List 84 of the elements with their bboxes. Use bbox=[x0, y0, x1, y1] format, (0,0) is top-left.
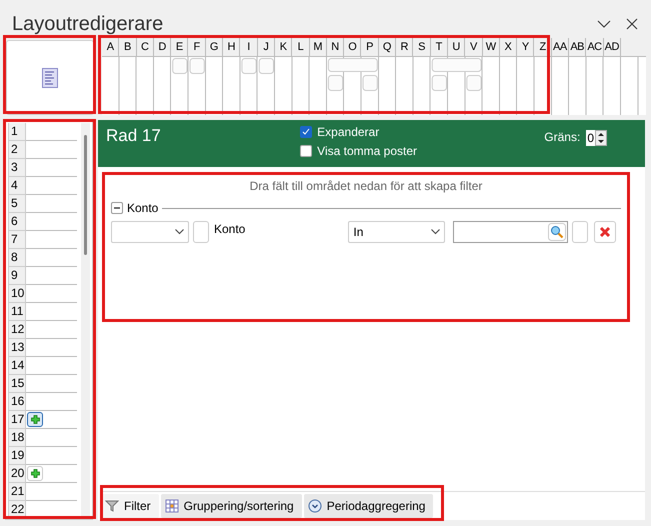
tab[interactable]: Periodaggregering bbox=[304, 494, 434, 518]
row-number[interactable]: 18 bbox=[8, 429, 26, 447]
funnel-icon bbox=[105, 499, 119, 513]
row-number[interactable]: 17 bbox=[8, 411, 26, 429]
column-header[interactable]: AC bbox=[586, 38, 604, 56]
search-field[interactable] bbox=[453, 221, 568, 243]
row-number[interactable]: 21 bbox=[8, 483, 26, 501]
group-label: Konto bbox=[127, 201, 158, 215]
column-header[interactable]: U bbox=[448, 38, 466, 56]
chevron-down-icon bbox=[431, 229, 440, 235]
delete-button[interactable] bbox=[594, 221, 616, 243]
close-icon bbox=[599, 226, 612, 238]
row-number[interactable]: 8 bbox=[8, 249, 26, 267]
row-number[interactable]: 14 bbox=[8, 357, 26, 375]
column-header[interactable]: A bbox=[102, 38, 120, 56]
row-title: Rad 17 bbox=[106, 125, 161, 147]
row-number[interactable]: 20 bbox=[8, 465, 26, 483]
limit-label: Gräns: bbox=[544, 130, 580, 144]
toggle-button[interactable] bbox=[193, 221, 209, 243]
checkbox-label: Expanderar bbox=[317, 125, 380, 139]
checkbox[interactable] bbox=[300, 145, 312, 157]
column-header[interactable]: R bbox=[396, 38, 414, 56]
column-header[interactable]: Z bbox=[534, 38, 552, 56]
row-number[interactable]: 3 bbox=[8, 159, 26, 177]
column-header[interactable]: G bbox=[206, 38, 224, 56]
layout-preview[interactable] bbox=[6, 40, 94, 115]
row-number[interactable]: 13 bbox=[8, 339, 26, 357]
tab[interactable]: Filter bbox=[101, 494, 159, 518]
document-icon bbox=[42, 68, 58, 88]
column-header[interactable]: O bbox=[344, 38, 362, 56]
column-header[interactable]: H bbox=[223, 38, 240, 56]
scrollbar-thumb[interactable] bbox=[84, 135, 88, 255]
column-header[interactable]: B bbox=[119, 38, 137, 56]
chevron-down-icon bbox=[175, 229, 184, 235]
tab[interactable]: Gruppering/sortering bbox=[160, 494, 302, 518]
column-header[interactable]: X bbox=[500, 38, 518, 56]
column-header[interactable]: T bbox=[430, 38, 448, 56]
column-header[interactable]: Y bbox=[517, 38, 534, 56]
row-number[interactable]: 6 bbox=[8, 213, 26, 231]
plus-icon bbox=[30, 469, 40, 478]
column-header[interactable]: C bbox=[136, 38, 154, 56]
row-number[interactable]: 1 bbox=[8, 123, 26, 141]
close-icon[interactable] bbox=[625, 17, 639, 31]
toggle-button[interactable] bbox=[572, 221, 588, 243]
row-number[interactable]: 7 bbox=[8, 231, 26, 249]
column-header[interactable]: AB bbox=[569, 38, 586, 56]
collapse-toggle[interactable] bbox=[111, 202, 123, 214]
row-number[interactable]: 2 bbox=[8, 141, 26, 159]
column-header[interactable]: M bbox=[310, 38, 327, 56]
column-header[interactable]: K bbox=[274, 38, 292, 56]
operator-dropdown[interactable]: In bbox=[348, 221, 446, 243]
field-label: Konto bbox=[214, 221, 246, 237]
column-header[interactable]: Q bbox=[378, 38, 396, 56]
column-header[interactable]: P bbox=[361, 38, 379, 56]
limit-spinner[interactable]: 0 bbox=[586, 130, 607, 146]
column-header[interactable]: N bbox=[326, 38, 344, 56]
filter-hint: Dra fält till området nedan för att skapa filter bbox=[248, 179, 484, 193]
row-number[interactable]: 4 bbox=[8, 177, 26, 195]
row-number[interactable]: 5 bbox=[8, 195, 26, 213]
row-number[interactable]: 12 bbox=[8, 321, 26, 339]
column-header[interactable]: W bbox=[482, 38, 500, 56]
column-header[interactable]: F bbox=[188, 38, 206, 56]
row-number[interactable]: 10 bbox=[8, 285, 26, 303]
column-header[interactable]: D bbox=[154, 38, 172, 56]
search-icon[interactable] bbox=[548, 223, 566, 241]
row-number[interactable]: 19 bbox=[8, 447, 26, 465]
column-header[interactable]: L bbox=[292, 38, 310, 56]
row-number[interactable]: 9 bbox=[8, 267, 26, 285]
column-header[interactable]: E bbox=[171, 38, 188, 56]
column-header[interactable]: I bbox=[240, 38, 258, 56]
grid-icon bbox=[164, 499, 179, 513]
column-header[interactable]: AA bbox=[552, 38, 570, 56]
add-button[interactable] bbox=[27, 412, 43, 427]
column-header[interactable]: J bbox=[258, 38, 275, 56]
checkbox-label: Visa tomma poster bbox=[317, 144, 417, 158]
checkbox[interactable] bbox=[300, 126, 312, 138]
row-number[interactable]: 16 bbox=[8, 393, 26, 411]
column-header[interactable]: AD bbox=[604, 38, 621, 56]
window-title: Layoutredigerare bbox=[12, 12, 164, 36]
row-number[interactable]: 11 bbox=[8, 303, 26, 321]
column-header[interactable]: V bbox=[465, 38, 483, 56]
column-header[interactable]: S bbox=[413, 38, 431, 56]
row-number[interactable]: 15 bbox=[8, 375, 26, 393]
plus-icon bbox=[30, 415, 40, 424]
